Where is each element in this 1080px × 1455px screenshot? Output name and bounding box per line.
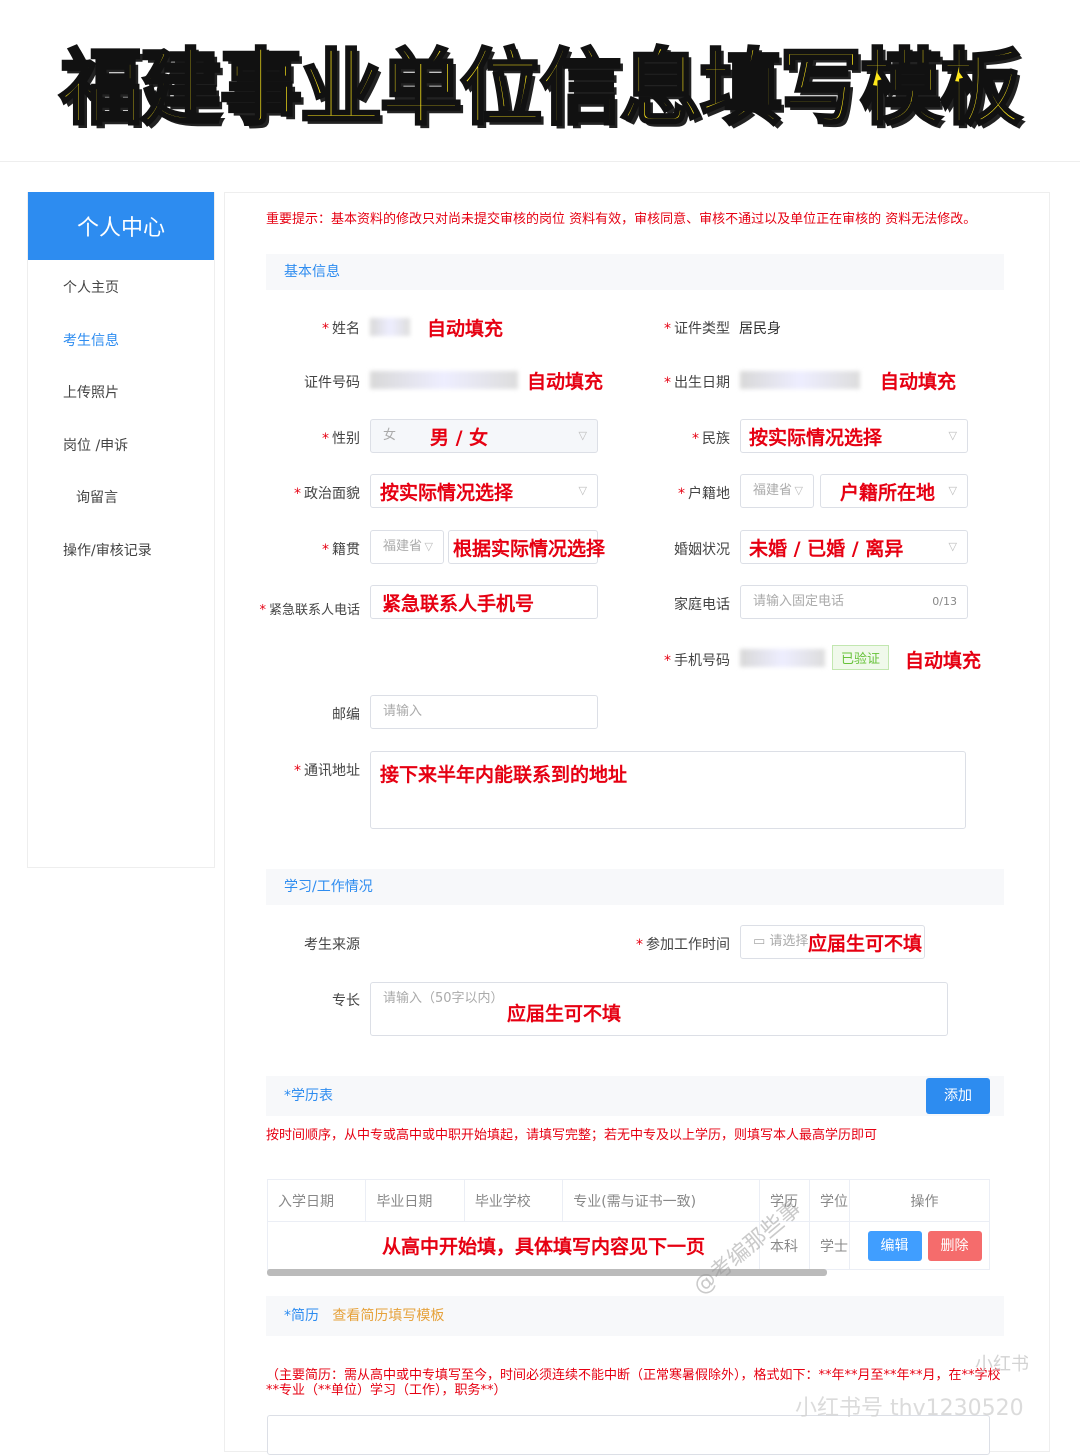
postcode-label: 邮编 [240,704,360,724]
watermark: 小红书 [975,1350,1029,1376]
nation-label: *民族 [610,428,730,448]
section-basic: 基本信息 [266,254,1004,290]
huji-province-select[interactable]: 福建省▽ [740,474,814,508]
delete-button[interactable]: 删除 [928,1231,982,1261]
section-resume: *简历 查看简历填写模板 [266,1296,1004,1336]
chevron-down-icon: ▽ [795,475,803,507]
sidebar-item-message[interactable]: 询留言 [28,472,214,525]
mobile-label: *手机号码 [610,650,730,670]
home-phone-input[interactable]: 请输入固定电话0/13 [740,585,968,619]
huji-label: *户籍地 [610,483,730,503]
col-header: 毕业日期 [366,1180,464,1222]
sidebar-item-photo[interactable]: 上传照片 [28,367,214,420]
marriage-label: 婚姻状况 [610,539,730,559]
gender-label: *性别 [240,428,360,448]
postcode-input[interactable]: 请输入 [370,695,598,729]
work-time-label: *参加工作时间 [610,934,730,954]
emergency-label: *紧急联系人电话 [240,594,360,628]
important-notice: 重要提示：基本资料的修改只对尚未提交审核的岗位 资料有效，审核同意、审核不通过以… [266,212,1011,227]
id-no-value [370,371,518,389]
chevron-down-icon: ▽ [949,420,957,452]
name-label: *姓名 [240,318,360,338]
watermark: 小红书号 thv1230520 [795,1390,1024,1422]
edu-table: 入学日期 毕业日期 毕业学校 专业(需与证书一致) 学历 学位 操作 从高中开始… [267,1179,990,1270]
sidebar-item-info[interactable]: 考生信息 [28,315,214,368]
col-header: 学位 [810,1180,850,1222]
banner: 福建事业单位信息填写模板 [0,0,1080,162]
jiguan-province-select[interactable]: 福建省▽ [370,530,444,564]
marriage-annotation: 未婚 / 已婚 / 离异 [749,534,903,561]
chevron-down-icon: ▽ [579,420,587,452]
politics-label: *政治面貌 [240,483,360,503]
sidebar-header: 个人中心 [28,192,214,260]
col-header: 专业(需与证书一致) [563,1180,760,1222]
id-no-label: 证件号码 [240,372,360,392]
sidebar-item-appeal[interactable]: 岗位 /申诉 [28,420,214,473]
sidebar-item-home[interactable]: 个人主页 [28,262,214,315]
huji-annotation: 户籍所在地 [840,478,935,505]
edu-note: 按时间顺序，从中专或高中或中职开始填起，请填写完整；若无中专及以上学历，则填写本… [266,1128,877,1143]
col-header: 操作 [850,1180,990,1222]
birth-label: *出生日期 [610,372,730,392]
xuewei-cell: 学士 [810,1222,850,1270]
sidebar-item-records[interactable]: 操作/审核记录 [28,525,214,578]
specialty-label: 专长 [240,990,360,1010]
chevron-down-icon: ▽ [949,531,957,563]
id-type-value[interactable]: 居民身 [739,318,781,338]
section-study: 学习/工作情况 [266,869,1004,905]
horizontal-scrollbar[interactable] [267,1269,827,1276]
chevron-down-icon: ▽ [949,475,957,507]
politics-annotation: 按实际情况选择 [380,478,513,505]
char-count: 0/13 [932,586,957,618]
emergency-annotation: 紧急联系人手机号 [382,589,534,616]
gender-annotation: 男 / 女 [430,423,488,450]
mobile-value [740,649,825,667]
edu-annotation: 从高中开始填，具体填写内容见下一页 [382,1236,705,1258]
name-annotation: 自动填充 [427,314,503,341]
birth-value [740,371,860,389]
resume-template-link[interactable]: 查看简历填写模板 [332,1308,444,1324]
edit-button[interactable]: 编辑 [868,1231,922,1261]
address-annotation: 接下来半年内能联系到的地址 [380,760,627,787]
chevron-down-icon: ▽ [579,475,587,507]
section-edu: *学历表 [266,1076,1004,1116]
calendar-icon: ▭ [753,934,769,949]
address-label: *通讯地址 [240,760,360,780]
nation-annotation: 按实际情况选择 [749,423,882,450]
banner-title: 福建事业单位信息填写模板 [60,21,1020,140]
jiguan-label: *籍贯 [240,539,360,559]
table-row: 从高中开始填，具体填写内容见下一页 本科 学士 编辑删除 [268,1222,990,1270]
work-time-annotation: 应届生可不填 [808,929,922,956]
jiguan-annotation: 根据实际情况选择 [453,534,605,561]
specialty-annotation: 应届生可不填 [507,999,621,1026]
sidebar: 个人中心 个人主页 考生信息 上传照片 岗位 /申诉 询留言 操作/审核记录 [27,192,215,868]
col-header: 毕业学校 [464,1180,562,1222]
id-type-label: *证件类型 [610,318,730,338]
mobile-annotation: 自动填充 [905,646,981,673]
chevron-down-icon: ▽ [425,531,433,563]
specialty-textarea[interactable]: 请输入（50字以内） [370,982,948,1036]
col-header: 入学日期 [268,1180,366,1222]
id-no-annotation: 自动填充 [527,367,603,394]
home-phone-label: 家庭电话 [610,594,730,614]
source-label: 考生来源 [240,934,360,954]
verified-badge: 已验证 [832,645,889,670]
name-value [370,318,410,336]
birth-annotation: 自动填充 [880,367,956,394]
add-button[interactable]: 添加 [926,1078,990,1114]
